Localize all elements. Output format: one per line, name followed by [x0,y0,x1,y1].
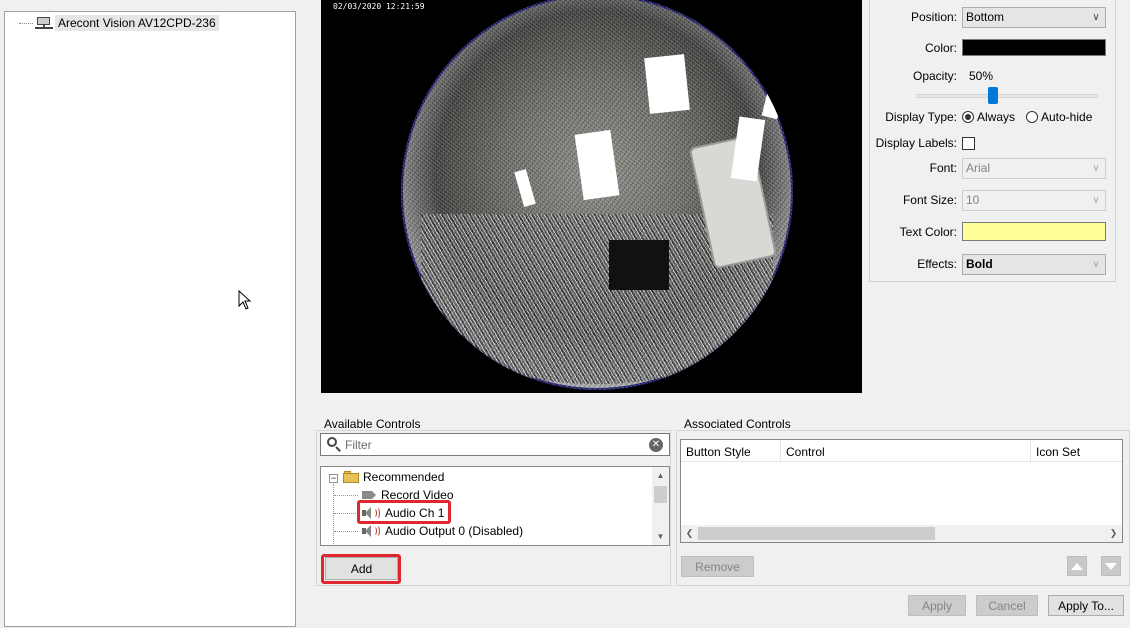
highlight-annotation [321,554,401,584]
clear-icon[interactable]: ✕ [649,437,663,452]
radio-checked-icon [962,111,974,123]
opacity-label: Opacity: [912,69,957,83]
apply-to-button[interactable]: Apply To... [1048,595,1124,616]
associated-controls-title: Associated Controls [684,417,791,431]
camera-device-icon [35,16,53,30]
font-size-label: Font Size: [902,193,957,207]
display-type-label: Display Type: [885,110,957,124]
video-preview: 02/03/2020 12:21:59 [321,0,862,393]
device-tree[interactable]: Arecont Vision AV12CPD-236 [4,11,296,627]
color-label: Color: [924,41,957,55]
chevron-down-icon: ∨ [1092,194,1100,206]
arrow-up-icon [1071,562,1083,570]
position-value: Bottom [966,10,1005,24]
chevron-down-icon: ∨ [1092,162,1100,174]
opacity-slider-track[interactable] [916,94,1098,98]
filter-input[interactable] [345,435,649,454]
mouse-cursor-icon [238,290,252,310]
tree-item-label: Arecont Vision AV12CPD-236 [55,15,219,31]
list-item-label: Audio Output 0 (Disabled) [385,524,524,538]
cancel-button[interactable]: Cancel [976,595,1038,616]
folder-icon [343,471,359,483]
display-type-autohide-radio[interactable]: Auto-hide [1026,110,1092,124]
available-controls-title: Available Controls [324,417,421,431]
display-labels-label: Display Labels: [875,136,957,150]
speaker-icon [361,524,381,538]
display-type-always-label: Always [977,110,1016,124]
chevron-down-icon: ∨ [1092,11,1100,23]
effects-select[interactable]: Bold ∨ [962,253,1106,275]
column-header-icon-set[interactable]: Icon Set [1031,440,1122,462]
display-type-autohide-label: Auto-hide [1041,110,1093,124]
column-header-button-style[interactable]: Button Style [681,440,781,462]
list-item-audio-output-0[interactable]: Audio Output 0 (Disabled) [361,522,523,540]
effects-value: Bold [966,257,993,271]
scroll-right-icon[interactable]: ❯ [1105,525,1122,542]
arrow-down-icon [1105,562,1117,570]
overlay-properties-panel: Position: Bottom ∨ Color: Opacity: 50% D… [869,0,1116,282]
video-timestamp: 02/03/2020 12:21:59 [333,2,425,11]
font-label: Font: [929,161,957,175]
move-up-button[interactable] [1067,556,1087,576]
filter-box[interactable]: ✕ [320,433,670,456]
list-item-label: Recommended [363,470,445,484]
search-icon [325,435,345,455]
scroll-up-icon[interactable]: ▲ [652,467,669,484]
highlight-annotation [357,500,451,524]
scroll-left-icon[interactable]: ❮ [681,525,698,542]
move-down-button[interactable] [1101,556,1121,576]
column-header-control[interactable]: Control [781,440,1031,462]
color-swatch[interactable] [962,39,1106,56]
radio-unchecked-icon [1026,111,1038,123]
chevron-down-icon: ∨ [1092,258,1100,270]
display-labels-checkbox[interactable] [962,136,975,150]
fisheye-image [401,0,793,390]
tree-connector [19,22,33,24]
effects-label: Effects: [917,257,957,271]
remove-button[interactable]: Remove [681,556,754,577]
collapse-toggle-icon[interactable]: − [329,474,338,483]
text-color-swatch[interactable] [962,222,1106,241]
opacity-value: 50% [969,69,994,83]
scroll-down-icon[interactable]: ▼ [652,528,669,545]
table-header: Button Style Control Icon Set [681,440,1122,462]
text-color-label: Text Color: [899,225,957,239]
table-horizontal-scrollbar[interactable]: ❮ ❯ [681,525,1122,542]
display-type-always-radio[interactable]: Always [962,110,1015,124]
apply-button[interactable]: Apply [908,595,966,616]
opacity-slider-thumb[interactable] [988,87,998,104]
position-label: Position: [910,10,957,24]
font-value: Arial [966,161,991,175]
position-select[interactable]: Bottom ∨ [962,6,1106,28]
tree-item-camera[interactable]: Arecont Vision AV12CPD-236 [19,15,219,31]
list-vertical-scrollbar[interactable]: ▲ ▼ [652,467,669,545]
font-size-select[interactable]: 10 ∨ [962,189,1106,211]
list-item-recommended[interactable]: Recommended [343,468,444,486]
font-size-value: 10 [966,193,980,207]
font-select[interactable]: Arial ∨ [962,157,1106,179]
associated-controls-table[interactable]: Button Style Control Icon Set ❮ ❯ [680,439,1123,543]
